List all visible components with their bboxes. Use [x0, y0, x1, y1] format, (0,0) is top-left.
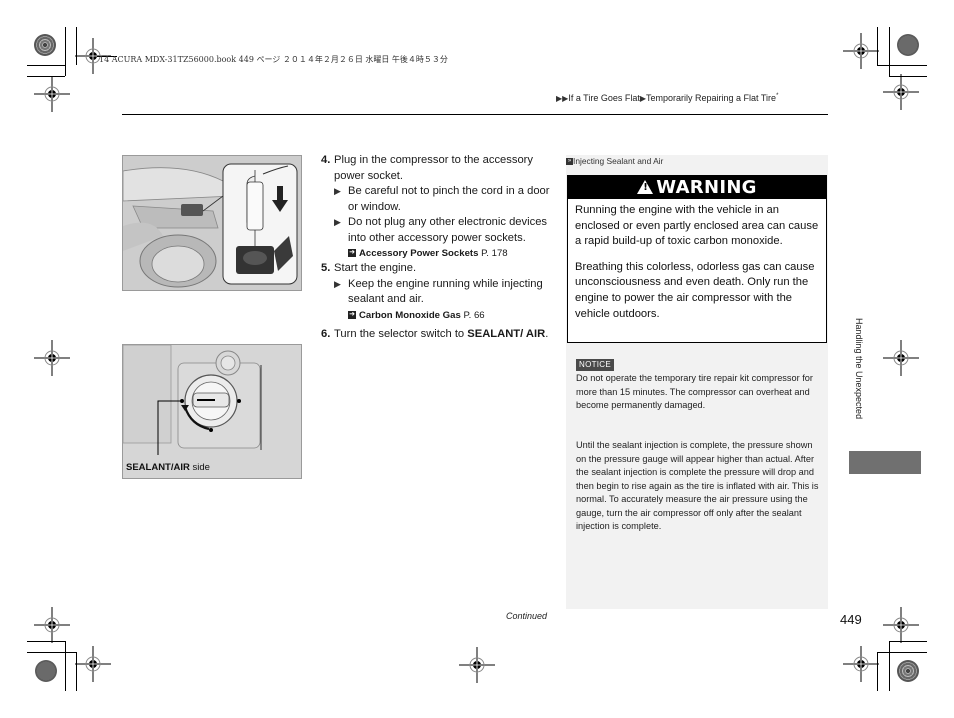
step-6: 6. Turn the selector switch to SEALANT/ …	[321, 327, 553, 343]
sub-item-text: Be careful not to pinch the cord in a do…	[348, 185, 550, 213]
instruction-steps: 4. Plug in the compressor to the accesso…	[321, 153, 553, 342]
sub-item-text: Do not plug any other electronic devices…	[348, 216, 548, 244]
xref-title[interactable]: Carbon Monoxide Gas	[359, 310, 461, 321]
step-number: 4.	[321, 154, 331, 166]
warning-paragraph: Breathing this colorless, odorless gas c…	[575, 260, 815, 320]
xref-arrow-icon: ➜	[348, 310, 356, 319]
warning-paragraph: Running the engine with the vehicle in a…	[575, 204, 819, 248]
sub-item: ▶ Do not plug any other electronic device…	[334, 215, 553, 246]
breadcrumb-item[interactable]: Temporarily Repairing a Flat Tire	[646, 93, 776, 103]
warning-body: Running the engine with the vehicle in a…	[568, 199, 826, 322]
sub-item: ▶ Keep the engine running while injecting…	[334, 277, 553, 308]
xref-page[interactable]: P. 66	[463, 310, 484, 321]
callout-rest: side	[189, 462, 210, 473]
registration-target-icon	[74, 645, 112, 683]
triangle-bullet-icon: ▶	[334, 278, 341, 289]
print-header: 14 ACURA MDX-31TZ56000.book 449 ページ ２０１４…	[99, 55, 448, 64]
step-4-subs: ▶ Be careful not to pinch the cord in a d…	[321, 184, 553, 261]
step-5-subs: ▶ Keep the engine running while injecting…	[321, 277, 553, 323]
breadcrumb-arrow-icon: ▶▶	[556, 94, 569, 103]
continued-label: Continued	[506, 611, 548, 621]
notice-text: Do not operate the temporary tire repair…	[576, 373, 813, 410]
step-number: 6.	[321, 327, 331, 340]
xref-arrow-icon: ➜	[348, 249, 356, 258]
breadcrumb: ▶▶If a Tire Goes Flat▶Temporarily Repair…	[556, 93, 778, 103]
sub-item-text: Keep the engine running while injecting …	[348, 277, 543, 306]
registration-target-icon	[33, 606, 71, 644]
breadcrumb-asterisk: *	[776, 93, 779, 99]
registration-target-icon	[458, 646, 496, 684]
double-chevron-icon: »	[566, 158, 573, 166]
step-text-bold: SEALANT/ AIR	[467, 327, 546, 340]
xref-page[interactable]: P. 178	[481, 248, 508, 259]
cross-reference-link[interactable]: ➜ Carbon Monoxide Gas P. 66	[334, 308, 553, 323]
registration-target-icon	[33, 339, 71, 377]
breadcrumb-item[interactable]: If a Tire Goes Flat	[568, 93, 640, 103]
registration-target-icon	[882, 73, 920, 111]
warning-header: WARNING	[568, 176, 826, 199]
warning-box: WARNING Running the engine with the vehi…	[567, 175, 827, 343]
warning-triangle-icon	[637, 180, 654, 194]
step-text: Start the engine.	[334, 262, 417, 274]
xref-title[interactable]: Accessory Power Sockets	[359, 248, 478, 259]
sidebar-title: » Injecting Sealant and Air	[566, 156, 663, 166]
chapter-tab-label: Handling the Unexpected	[854, 318, 864, 420]
registration-target-icon	[842, 32, 880, 70]
step-text: Turn the selector switch to	[334, 327, 468, 340]
selector-switch-drawing	[123, 345, 301, 478]
switch-callout-label: SEALANT/AIR side	[126, 462, 210, 473]
note-text: Until the sealant injection is complete,…	[576, 440, 819, 531]
cross-reference-link[interactable]: ➜ Accessory Power Sockets P. 178	[334, 246, 553, 261]
callout-bold: SEALANT/AIR	[126, 462, 190, 473]
selector-switch-illustration	[122, 344, 302, 479]
step-text: Plug in the compressor to the accessory …	[334, 154, 533, 182]
header-rule	[122, 114, 828, 115]
triangle-bullet-icon: ▶	[334, 217, 341, 227]
accessory-socket-illustration	[122, 155, 302, 291]
sub-item: ▶ Be careful not to pinch the cord in a d…	[334, 184, 553, 215]
triangle-bullet-icon: ▶	[334, 186, 341, 196]
warning-heading: WARNING	[656, 177, 757, 198]
page-number: 449	[840, 612, 862, 627]
sidebar-title-text: Injecting Sealant and Air	[573, 156, 664, 166]
registration-target-icon	[33, 75, 71, 113]
chapter-tab[interactable]	[849, 451, 921, 474]
accessory-socket-drawing	[123, 156, 301, 290]
registration-target-icon	[882, 606, 920, 644]
step-4: 4. Plug in the compressor to the accesso…	[321, 153, 553, 184]
step-number: 5.	[321, 262, 331, 274]
step-text: .	[545, 327, 549, 340]
step-5: 5. Start the engine.	[321, 261, 553, 277]
registration-target-icon	[882, 339, 920, 377]
notice-badge: NOTICE	[576, 359, 615, 371]
registration-target-icon	[842, 645, 880, 683]
